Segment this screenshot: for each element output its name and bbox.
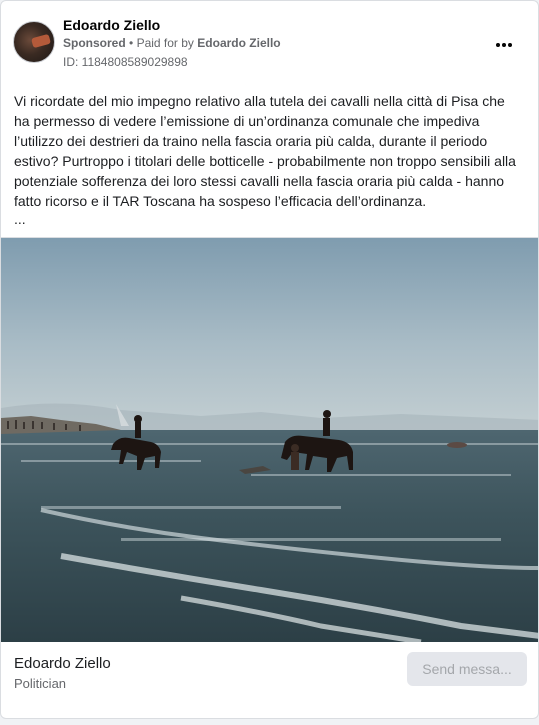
more-options-button[interactable] [490, 31, 518, 55]
send-message-button[interactable]: Send messa... [407, 652, 527, 686]
more-horizontal-icon [495, 34, 513, 52]
avatar[interactable] [13, 21, 55, 63]
footer-page-name[interactable]: Edoardo Ziello [14, 655, 111, 672]
footer-category: Politician [14, 676, 67, 691]
meta-separator: • [129, 36, 134, 50]
see-more-ellipsis[interactable]: ... [14, 211, 26, 227]
sponsored-meta: Sponsored • Paid for by Edoardo Ziello [63, 36, 281, 50]
ad-card: Edoardo Ziello Sponsored • Paid for by E… [0, 0, 539, 719]
sponsored-label: Sponsored [63, 36, 126, 50]
post-image[interactable] [1, 237, 539, 642]
author-name[interactable]: Edoardo Ziello [63, 17, 160, 33]
paid-for-prefix: Paid for by [136, 36, 194, 50]
ad-footer: Edoardo Ziello Politician Send messa... [1, 641, 538, 718]
ad-id: ID: 1184808589029898 [63, 55, 188, 69]
paid-for-name[interactable]: Edoardo Ziello [197, 36, 280, 50]
post-text: Vi ricordate del mio impegno relativo al… [14, 93, 516, 209]
post-header: Edoardo Ziello Sponsored • Paid for by E… [13, 15, 526, 71]
